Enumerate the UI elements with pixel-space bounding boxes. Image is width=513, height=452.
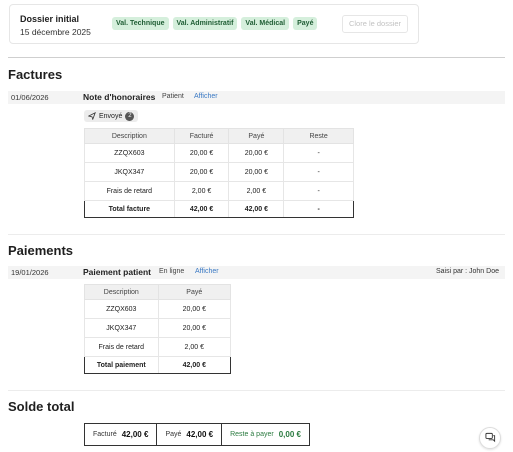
table-row: Frais de retard 2,00 €: [84, 337, 232, 357]
paiement-tag: En ligne: [159, 268, 185, 275]
cell-description: Frais de retard: [84, 181, 175, 201]
cell-reste: -: [283, 162, 354, 182]
col-reste: Reste: [283, 128, 354, 144]
badge-paye: Payé: [293, 17, 318, 30]
col-paye: Payé: [157, 284, 232, 300]
cell-paye: 20,00 €: [157, 318, 232, 338]
factures-table: Description Facturé Payé Reste ZZQX603 2…: [84, 128, 354, 218]
solde-title: Solde total: [8, 399, 75, 414]
dossier-date: 15 décembre 2025: [20, 27, 91, 37]
solde-reste: Reste à payer 0,00 €: [222, 423, 310, 446]
solde-summary: Facturé 42,00 € Payé 42,00 € Reste à pay…: [84, 423, 310, 446]
table-header-row: Description Facturé Payé Reste: [84, 128, 354, 144]
paiement-row-header: 19/01/2026 Paiement patient En ligne Aff…: [8, 266, 505, 279]
total-reste: -: [283, 200, 354, 218]
badge-val-technique: Val. Technique: [112, 17, 169, 30]
cell-paye: 20,00 €: [157, 299, 232, 319]
total-row: Total facture 42,00 € 42,00 € -: [84, 200, 354, 218]
badge-val-medical: Val. Médical: [241, 17, 290, 30]
paiements-title: Paiements: [8, 243, 74, 258]
dossier-title: Dossier initial: [20, 14, 80, 24]
solde-facture-label: Facturé: [93, 431, 117, 438]
solde-reste-value: 0,00 €: [278, 430, 301, 439]
sent-label: Envoyé: [99, 112, 123, 120]
facture-row-header: 01/06/2026 Note d'honoraires Patient Aff…: [8, 91, 505, 104]
solde-reste-label: Reste à payer: [230, 431, 274, 438]
cell-paye: 2,00 €: [228, 181, 285, 201]
cell-paye: 20,00 €: [228, 162, 285, 182]
cell-description: JKQX347: [84, 318, 159, 338]
table-header-row: Description Payé: [84, 284, 232, 300]
cell-paye: 20,00 €: [228, 143, 285, 163]
solde-paye: Payé 42,00 €: [157, 423, 223, 446]
table-row: Frais de retard 2,00 € 2,00 € -: [84, 181, 354, 201]
total-paye: 42,00 €: [157, 356, 232, 374]
facture-tag: Patient: [162, 93, 184, 100]
total-paye: 42,00 €: [228, 200, 285, 218]
facture-name: Note d'honoraires: [83, 92, 156, 102]
total-label: Total paiement: [84, 356, 159, 374]
facture-date: 01/06/2026: [11, 93, 49, 102]
sent-badge: Envoyé 2: [84, 110, 139, 122]
col-facture: Facturé: [173, 128, 230, 144]
chat-button[interactable]: [479, 427, 501, 449]
paiement-date: 19/01/2026: [11, 268, 49, 277]
cell-description: ZZQX603: [84, 299, 159, 319]
cell-facture: 2,00 €: [173, 181, 230, 201]
table-row: JKQX347 20,00 €: [84, 318, 232, 338]
paper-plane-icon: [88, 112, 96, 120]
facture-afficher-link[interactable]: Afficher: [194, 93, 218, 100]
cell-description: JKQX347: [84, 162, 175, 182]
dossier-header-card: Dossier initial 15 décembre 2025 Val. Te…: [9, 4, 419, 44]
paiements-table: Description Payé ZZQX603 20,00 € JKQX347…: [84, 284, 232, 374]
divider: [8, 57, 505, 58]
cell-reste: -: [283, 143, 354, 163]
solde-facture-value: 42,00 €: [121, 430, 149, 439]
divider: [8, 390, 505, 391]
cell-description: Frais de retard: [84, 337, 159, 357]
cell-paye: 2,00 €: [157, 337, 232, 357]
solde-facture: Facturé 42,00 €: [84, 423, 158, 446]
table-row: ZZQX603 20,00 €: [84, 299, 232, 319]
solde-paye-label: Payé: [165, 431, 182, 438]
cell-reste: -: [283, 181, 354, 201]
factures-title: Factures: [8, 67, 63, 82]
close-dossier-button[interactable]: Clore le dossier: [342, 15, 408, 33]
chat-icon: [484, 432, 496, 445]
table-row: JKQX347 20,00 € 20,00 € -: [84, 162, 354, 182]
total-label: Total facture: [84, 200, 175, 218]
status-badges: Val. Technique Val. Administratif Val. M…: [112, 17, 318, 30]
col-description: Description: [84, 284, 159, 300]
total-facture: 42,00 €: [173, 200, 230, 218]
paiement-name: Paiement patient: [83, 267, 152, 277]
badge-val-administratif: Val. Administratif: [172, 17, 238, 30]
total-row: Total paiement 42,00 €: [84, 356, 232, 374]
divider: [8, 234, 505, 235]
col-description: Description: [84, 128, 175, 144]
sent-count: 2: [125, 111, 135, 121]
solde-paye-value: 42,00 €: [186, 430, 214, 439]
cell-facture: 20,00 €: [173, 162, 230, 182]
col-paye: Payé: [228, 128, 285, 144]
cell-description: ZZQX603: [84, 143, 175, 163]
table-row: ZZQX603 20,00 € 20,00 € -: [84, 143, 354, 163]
cell-facture: 20,00 €: [173, 143, 230, 163]
saisi-par: Saisi par : John Doe: [435, 268, 499, 275]
paiement-afficher-link[interactable]: Afficher: [195, 268, 219, 275]
